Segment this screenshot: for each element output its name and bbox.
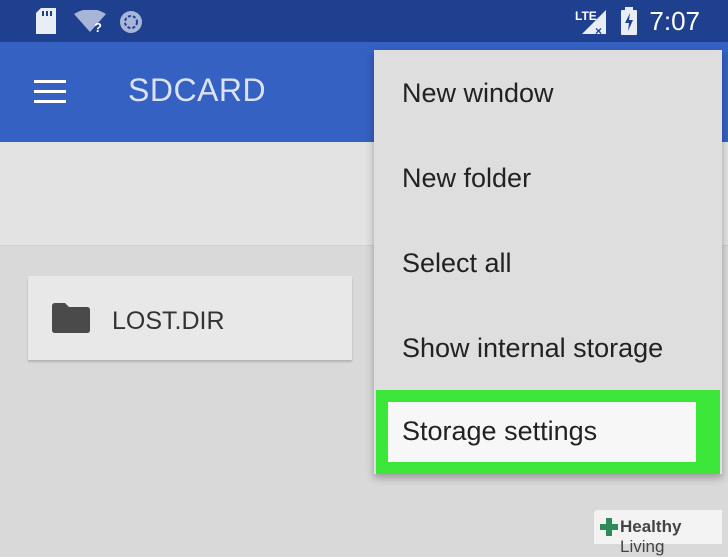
sync-icon xyxy=(120,11,142,33)
menu-item-label: Storage settings xyxy=(402,416,598,446)
battery-charging-icon xyxy=(621,7,637,35)
watermark: Healthy Living xyxy=(594,510,722,556)
status-bar: ? LTE × 7:07 xyxy=(0,0,728,42)
wifi-unknown-icon: ? xyxy=(74,10,106,34)
svg-text:?: ? xyxy=(94,20,102,34)
folder-icon xyxy=(52,303,90,333)
menu-item-show-internal-storage[interactable]: Show internal storage xyxy=(402,333,663,364)
watermark-text: Healthy Living xyxy=(620,517,682,556)
lte-signal-icon: × xyxy=(582,10,606,36)
menu-item-storage-settings[interactable]: Storage settings xyxy=(388,402,696,462)
svg-text:×: × xyxy=(595,24,602,36)
page-title: SDCARD xyxy=(128,72,267,108)
sd-card-icon xyxy=(36,8,56,34)
folder-name: LOST.DIR xyxy=(112,307,225,335)
menu-item-new-window[interactable]: New window xyxy=(402,78,554,109)
plus-icon xyxy=(600,518,618,536)
menu-item-select-all[interactable]: Select all xyxy=(402,248,512,279)
hamburger-menu-icon[interactable] xyxy=(34,80,66,104)
menu-item-new-folder[interactable]: New folder xyxy=(402,163,531,194)
folder-item-lost-dir[interactable]: LOST.DIR xyxy=(28,276,352,360)
clock: 7:07 xyxy=(649,6,700,36)
highlight-box: Storage settings xyxy=(376,390,720,474)
